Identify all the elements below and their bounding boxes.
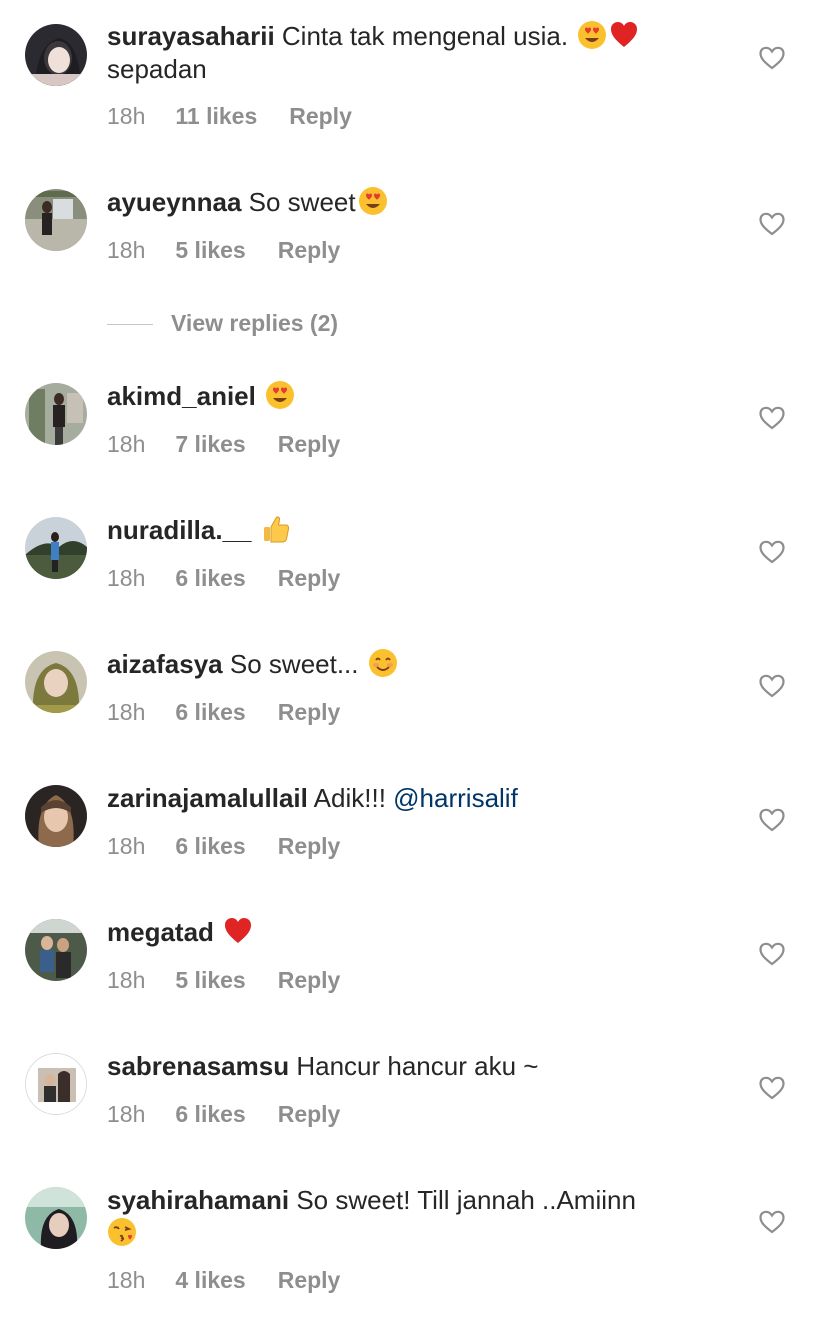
comment-time: 18h — [107, 833, 146, 859]
avatar[interactable] — [25, 1053, 87, 1115]
comment-time: 18h — [107, 1267, 146, 1293]
comment-text: ayueynnaa So sweet — [107, 186, 717, 219]
reply-button[interactable]: Reply — [278, 698, 341, 726]
heart-outline-icon[interactable] — [759, 1076, 785, 1100]
avatar[interactable] — [25, 785, 87, 847]
heart-outline-icon[interactable] — [759, 46, 785, 70]
comment-username[interactable]: sabrenasamsu — [107, 1051, 289, 1081]
reply-button[interactable]: Reply — [278, 430, 341, 458]
avatar[interactable] — [25, 189, 87, 251]
comment-likes[interactable]: 6 likes — [175, 832, 245, 860]
reply-button[interactable]: Reply — [278, 966, 341, 994]
heart-eyes-emoji-icon — [265, 380, 295, 410]
comment-likes[interactable]: 6 likes — [175, 698, 245, 726]
thumbs-up-emoji-icon — [261, 514, 291, 544]
comment-likes[interactable]: 6 likes — [175, 564, 245, 592]
heart-outline-icon[interactable] — [759, 540, 785, 564]
comment-time: 18h — [107, 967, 146, 993]
comment-meta: 18h 6 likes Reply — [107, 564, 340, 592]
comment-meta: 18h 6 likes Reply — [107, 832, 340, 860]
reply-button[interactable]: Reply — [278, 832, 341, 860]
avatar[interactable] — [25, 919, 87, 981]
comment-body: So sweet — [248, 187, 356, 217]
comment-time: 18h — [107, 565, 146, 591]
comment-time: 18h — [107, 431, 146, 457]
comment-username[interactable]: nuradilla.__ — [107, 515, 252, 545]
comment-likes[interactable]: 7 likes — [175, 430, 245, 458]
avatar[interactable] — [25, 24, 87, 86]
comment-meta: 18h 6 likes Reply — [107, 698, 340, 726]
comment-text: surayasaharii Cinta tak mengenal usia. s… — [107, 20, 717, 86]
comment-body-line2: sepadan — [107, 54, 207, 84]
comment-likes[interactable]: 11 likes — [175, 102, 257, 130]
heart-outline-icon[interactable] — [759, 406, 785, 430]
smiling-face-emoji-icon — [368, 648, 398, 678]
comment-text: syahirahamani So sweet! Till jannah ..Am… — [107, 1184, 717, 1250]
comment-meta: 18h 7 likes Reply — [107, 430, 340, 458]
avatar[interactable] — [25, 1187, 87, 1249]
comment-username[interactable]: aizafasya — [107, 649, 223, 679]
comment-username[interactable]: syahirahamani — [107, 1185, 289, 1215]
heart-outline-icon[interactable] — [759, 212, 785, 236]
heart-eyes-emoji-icon — [577, 20, 607, 50]
comment-body: Hancur hancur aku ~ — [296, 1051, 539, 1081]
view-replies-divider — [107, 324, 153, 326]
comment-username[interactable]: ayueynnaa — [107, 187, 241, 217]
comment-text: aizafasya So sweet... — [107, 648, 717, 681]
comment-body: So sweet! Till jannah ..Amiinn — [296, 1185, 636, 1215]
comment-username[interactable]: megatad — [107, 917, 214, 947]
comment-likes[interactable]: 4 likes — [175, 1266, 245, 1294]
reply-button[interactable]: Reply — [289, 102, 352, 130]
comment-time: 18h — [107, 699, 146, 725]
comment-username[interactable]: zarinajamalullail — [107, 783, 308, 813]
avatar[interactable] — [25, 383, 87, 445]
red-heart-emoji-icon — [223, 916, 253, 946]
avatar[interactable] — [25, 517, 87, 579]
comment-meta: 18h 4 likes Reply — [107, 1266, 340, 1294]
comment-text: sabrenasamsu Hancur hancur aku ~ — [107, 1050, 717, 1083]
reply-button[interactable]: Reply — [278, 236, 341, 264]
comment-meta: 18h 5 likes Reply — [107, 236, 340, 264]
comment-likes[interactable]: 5 likes — [175, 236, 245, 264]
comment-meta: 18h 11 likes Reply — [107, 102, 352, 130]
heart-outline-icon[interactable] — [759, 942, 785, 966]
red-heart-emoji-icon — [609, 20, 639, 50]
comment-likes[interactable]: 6 likes — [175, 1100, 245, 1128]
comment-body: Adik!!! — [313, 783, 386, 813]
comment-body: So sweet... — [229, 649, 359, 679]
comment-text: zarinajamalullail Adik!!! @harrisalif — [107, 782, 717, 815]
comment-mention-link[interactable]: @harrisalif — [393, 783, 518, 813]
comment-username[interactable]: surayasaharii — [107, 21, 275, 51]
comment-body: Cinta tak mengenal usia. — [281, 21, 569, 51]
comment-username[interactable]: akimd_aniel — [107, 381, 256, 411]
view-replies-label: View replies (2) — [171, 310, 339, 336]
comment-meta: 18h 6 likes Reply — [107, 1100, 340, 1128]
comment-time: 18h — [107, 237, 146, 263]
comment-text: nuradilla.__ — [107, 514, 717, 547]
reply-button[interactable]: Reply — [278, 564, 341, 592]
heart-outline-icon[interactable] — [759, 674, 785, 698]
face-blowing-kiss-emoji-icon — [107, 1217, 137, 1247]
heart-outline-icon[interactable] — [759, 808, 785, 832]
heart-outline-icon[interactable] — [759, 1210, 785, 1234]
avatar[interactable] — [25, 651, 87, 713]
reply-button[interactable]: Reply — [278, 1266, 341, 1294]
reply-button[interactable]: Reply — [278, 1100, 341, 1128]
comment-text: megatad — [107, 916, 717, 949]
comment-meta: 18h 5 likes Reply — [107, 966, 340, 994]
comment-time: 18h — [107, 1101, 146, 1127]
comment-likes[interactable]: 5 likes — [175, 966, 245, 994]
heart-eyes-emoji-icon — [358, 186, 388, 216]
comment-text: akimd_aniel — [107, 380, 717, 413]
view-replies-button[interactable]: View replies (2) — [107, 308, 338, 338]
comment-time: 18h — [107, 103, 146, 129]
